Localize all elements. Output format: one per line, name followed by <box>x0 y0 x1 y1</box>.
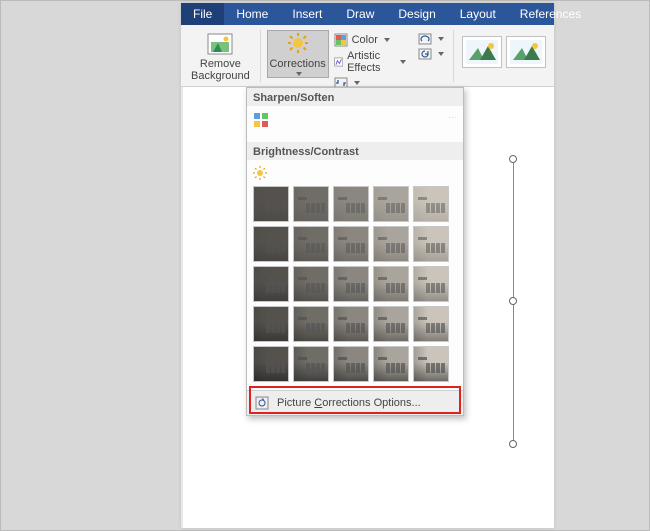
chevron-down-icon <box>384 38 390 42</box>
change-picture-button[interactable] <box>415 32 447 46</box>
brightness-contrast-swatch[interactable] <box>333 226 369 262</box>
tab-references[interactable]: References <box>508 3 593 25</box>
brightness-contrast-swatch[interactable] <box>413 226 449 262</box>
group-adjust: Corrections Color <box>263 28 452 92</box>
chevron-down-icon <box>354 81 360 85</box>
brightness-contrast-swatch[interactable] <box>293 306 329 342</box>
picture-corrections-options-label: Picture Corrections Options... <box>277 397 421 409</box>
brightness-contrast-swatch[interactable] <box>253 346 289 382</box>
selection-handle[interactable] <box>509 297 517 305</box>
tab-home[interactable]: Home <box>224 3 280 25</box>
gallery-section-bc: Brightness/Contrast <box>247 142 463 160</box>
menu-bar: File Home Insert Draw Design Layout Refe… <box>181 3 554 25</box>
artistic-effects-button[interactable]: Artistic Effects <box>331 49 410 75</box>
gallery-section-sharpen: Sharpen/Soften <box>247 88 463 106</box>
brightness-contrast-swatch[interactable] <box>333 266 369 302</box>
tab-design[interactable]: Design <box>386 3 447 25</box>
options-icon <box>255 396 269 410</box>
color-button[interactable]: Color <box>331 32 410 48</box>
brightness-contrast-swatch[interactable] <box>373 266 409 302</box>
brightness-contrast-swatch[interactable] <box>413 346 449 382</box>
outer-frame: File Home Insert Draw Design Layout Refe… <box>0 0 650 531</box>
chevron-down-icon <box>438 37 444 41</box>
brightness-contrast-swatch[interactable] <box>413 266 449 302</box>
artistic-effects-label: Artistic Effects <box>347 50 394 74</box>
brightness-contrast-swatch[interactable] <box>333 346 369 382</box>
brightness-contrast-swatch[interactable] <box>293 186 329 222</box>
brightness-icon <box>253 166 267 180</box>
artistic-effects-icon <box>334 55 343 69</box>
brightness-contrast-swatch[interactable] <box>293 266 329 302</box>
picture-style-thumb[interactable] <box>462 36 502 68</box>
brightness-contrast-swatch[interactable] <box>413 306 449 342</box>
color-label: Color <box>352 34 378 46</box>
brightness-contrast-swatch[interactable] <box>253 186 289 222</box>
tab-file[interactable]: File <box>181 3 224 25</box>
corrections-gallery: Sharpen/Soften ··· Brightness/Contrast <box>246 87 464 416</box>
gallery-sharpen-body: ··· <box>247 106 463 142</box>
reset-picture-button[interactable] <box>415 47 447 61</box>
color-icon <box>334 33 348 47</box>
brightness-contrast-swatch[interactable] <box>373 346 409 382</box>
brightness-contrast-swatch[interactable] <box>373 306 409 342</box>
picture-style-thumb[interactable] <box>506 36 546 68</box>
brightness-contrast-swatch[interactable] <box>253 226 289 262</box>
corrections-button[interactable]: Corrections <box>267 30 329 78</box>
brightness-contrast-swatch[interactable] <box>253 306 289 342</box>
corrections-caret-icon <box>296 72 302 76</box>
brightness-contrast-swatch[interactable] <box>253 266 289 302</box>
brightness-contrast-swatch[interactable] <box>333 186 369 222</box>
brightness-contrast-swatch[interactable] <box>373 226 409 262</box>
remove-background-label: Remove Background <box>191 58 250 82</box>
app-window: File Home Insert Draw Design Layout Refe… <box>181 3 554 528</box>
picture-corrections-options-button[interactable]: Picture Corrections Options... <box>247 390 463 415</box>
sharpen-icon[interactable] <box>253 112 269 128</box>
remove-background-icon <box>206 32 234 56</box>
ribbon: Remove Background <box>181 25 554 87</box>
brightness-contrast-swatch[interactable] <box>293 346 329 382</box>
change-picture-icon <box>418 33 432 45</box>
separator <box>260 30 261 82</box>
chevron-down-icon <box>438 52 444 56</box>
gallery-bc-body <box>247 160 463 390</box>
brightness-contrast-swatch[interactable] <box>333 306 369 342</box>
chevron-down-icon <box>400 60 406 64</box>
group-picture-styles <box>456 28 552 70</box>
tab-layout[interactable]: Layout <box>448 3 508 25</box>
tab-insert[interactable]: Insert <box>280 3 334 25</box>
corrections-icon <box>284 32 312 56</box>
group-remove-bg: Remove Background <box>183 28 258 86</box>
separator <box>453 30 454 82</box>
tab-draw[interactable]: Draw <box>334 3 386 25</box>
brightness-contrast-grid <box>253 186 457 382</box>
selection-handle[interactable] <box>509 440 517 448</box>
placeholder-mark: ··· <box>448 112 457 122</box>
brightness-contrast-swatch[interactable] <box>373 186 409 222</box>
reset-picture-icon <box>418 48 432 60</box>
remove-background-button[interactable]: Remove Background <box>187 30 254 84</box>
selection-handle[interactable] <box>509 155 517 163</box>
brightness-contrast-swatch[interactable] <box>293 226 329 262</box>
brightness-contrast-swatch[interactable] <box>413 186 449 222</box>
corrections-label: Corrections <box>269 58 325 70</box>
